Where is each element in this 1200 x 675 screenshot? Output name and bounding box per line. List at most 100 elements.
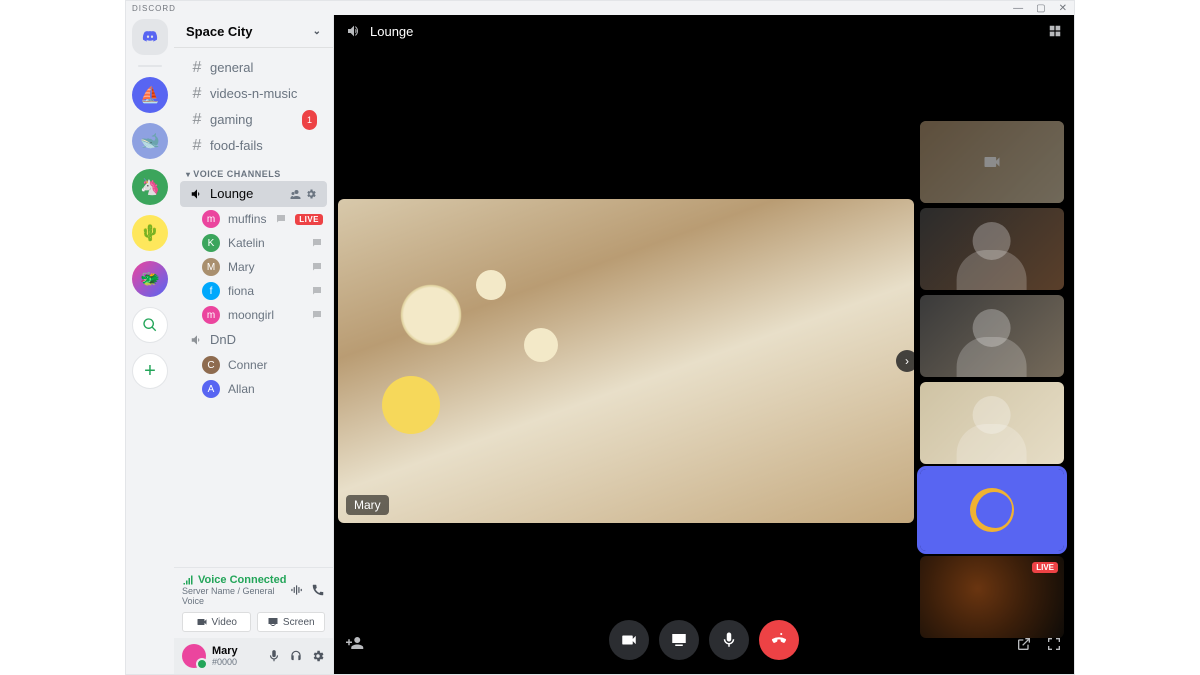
- call-channel-name: Lounge: [370, 24, 413, 39]
- user-tag: #0000: [212, 657, 238, 667]
- toggle-mic-button[interactable]: [709, 620, 749, 660]
- text-channel-food-fails[interactable]: #food-fails: [180, 133, 327, 159]
- user-name: Mary: [212, 645, 238, 657]
- app-name: DISCORD: [132, 4, 176, 13]
- voice-channel-lounge[interactable]: Lounge: [180, 181, 327, 207]
- voice-member-moongirl[interactable]: mmoongirl: [174, 303, 333, 327]
- screen-share-button[interactable]: Screen: [257, 612, 326, 632]
- server-icon-2[interactable]: 🐋: [132, 123, 168, 159]
- screen-icon: [267, 616, 279, 628]
- chat-icon: [311, 261, 323, 273]
- voice-member-fiona[interactable]: ffiona: [174, 279, 333, 303]
- participant-thumb-5[interactable]: [920, 469, 1064, 551]
- explore-servers-button[interactable]: [132, 307, 168, 343]
- chat-icon: [275, 213, 287, 225]
- voice-category-header[interactable]: VOICE CHANNELS: [174, 159, 333, 181]
- avatar: K: [202, 234, 220, 252]
- participant-thumb-1[interactable]: [920, 121, 1064, 203]
- add-server-button[interactable]: +: [132, 353, 168, 389]
- avatar: m: [202, 306, 220, 324]
- main-video: Mary ›: [338, 51, 914, 670]
- voice-member-katelin[interactable]: KKatelin: [174, 231, 333, 255]
- window-maximize-button[interactable]: ▢: [1036, 3, 1046, 14]
- settings-icon[interactable]: [311, 649, 325, 663]
- text-channel-videos-n-music[interactable]: #videos-n-music: [180, 81, 327, 107]
- fullscreen-button[interactable]: [1046, 636, 1062, 652]
- server-name: Space City: [186, 24, 252, 39]
- hash-icon: #: [190, 58, 204, 78]
- video-toggle-button[interactable]: Video: [182, 612, 251, 632]
- avatar: C: [202, 356, 220, 374]
- toggle-camera-button[interactable]: [609, 620, 649, 660]
- mic-icon: [720, 631, 738, 649]
- popout-button[interactable]: [1016, 636, 1032, 652]
- channel-sidebar: Space City ⌄ #general #videos-n-music #g…: [174, 15, 334, 674]
- voice-connection-panel: Voice Connected Server Name / General Vo…: [174, 567, 333, 638]
- deafen-icon[interactable]: [289, 649, 303, 663]
- invite-icon[interactable]: [289, 188, 301, 200]
- leave-call-button[interactable]: [759, 620, 799, 660]
- next-video-button[interactable]: ›: [896, 350, 914, 372]
- server-header[interactable]: Space City ⌄: [174, 15, 333, 47]
- noise-suppression-icon[interactable]: [289, 583, 303, 597]
- search-icon: [142, 317, 158, 333]
- mute-icon[interactable]: [267, 649, 281, 663]
- voice-member-conner[interactable]: CConner: [174, 353, 333, 377]
- app-window: DISCORD — ▢ ✕ ⛵ 🐋 🦄 🌵 🐲 + Space: [125, 0, 1075, 675]
- channel-list: #general #videos-n-music #gaming1 #food-…: [174, 47, 333, 567]
- text-channel-general[interactable]: #general: [180, 55, 327, 81]
- user-avatar[interactable]: [182, 644, 206, 668]
- window-minimize-button[interactable]: —: [1013, 3, 1024, 14]
- participant-thumb-3[interactable]: [920, 295, 1064, 377]
- unread-badge: 1: [302, 110, 317, 130]
- avatar: f: [202, 282, 220, 300]
- chat-icon: [311, 285, 323, 297]
- camera-off-icon: [982, 152, 1002, 172]
- server-rail: ⛵ 🐋 🦄 🌵 🐲 +: [126, 15, 174, 674]
- server-icon-1[interactable]: ⛵: [132, 77, 168, 113]
- hangup-icon: [770, 631, 788, 649]
- text-channel-gaming[interactable]: #gaming1: [180, 107, 327, 133]
- voice-location: Server Name / General Voice: [182, 586, 289, 606]
- speaker-icon: [190, 187, 204, 201]
- voice-status: Voice Connected: [182, 574, 289, 586]
- speaker-icon: [190, 333, 204, 347]
- server-icon-3[interactable]: 🦄: [132, 169, 168, 205]
- chat-icon: [311, 237, 323, 249]
- speaker-name-tag: Mary: [346, 495, 389, 515]
- voice-channel-dnd[interactable]: DnD: [180, 327, 327, 353]
- voice-member-muffins[interactable]: mmuffinsLIVE: [174, 207, 333, 231]
- server-icon-5[interactable]: 🐲: [132, 261, 168, 297]
- disconnect-icon[interactable]: [311, 583, 325, 597]
- screen-icon: [670, 631, 688, 649]
- live-badge: LIVE: [1032, 562, 1058, 573]
- call-header: Lounge: [334, 15, 1074, 47]
- discord-logo-icon: [140, 29, 160, 45]
- home-button[interactable]: [132, 19, 168, 55]
- grid-view-button[interactable]: [1048, 24, 1062, 38]
- call-controls: [334, 620, 1074, 660]
- window-close-button[interactable]: ✕: [1059, 3, 1068, 14]
- server-icon-4[interactable]: 🌵: [132, 215, 168, 251]
- voice-member-allan[interactable]: AAllan: [174, 377, 333, 401]
- chevron-down-icon: ⌄: [313, 26, 321, 37]
- main-video-frame[interactable]: Mary ›: [338, 199, 914, 523]
- avatar-blob: [970, 488, 1014, 532]
- gear-icon[interactable]: [305, 188, 317, 200]
- call-area: Lounge Mary › LIVE: [334, 15, 1074, 674]
- participant-thumb-2[interactable]: [920, 208, 1064, 290]
- hash-icon: #: [190, 84, 204, 104]
- participant-thumb-4[interactable]: [920, 382, 1064, 464]
- avatar: A: [202, 380, 220, 398]
- avatar: M: [202, 258, 220, 276]
- hash-icon: #: [190, 110, 204, 130]
- share-screen-button[interactable]: [659, 620, 699, 660]
- speaker-icon: [346, 23, 362, 39]
- user-panel: Mary #0000: [174, 638, 333, 674]
- participant-thumbnails: LIVE: [920, 51, 1070, 670]
- titlebar: DISCORD — ▢ ✕: [126, 1, 1074, 15]
- hash-icon: #: [190, 136, 204, 156]
- voice-member-mary[interactable]: MMary: [174, 255, 333, 279]
- camera-icon: [196, 616, 208, 628]
- avatar: m: [202, 210, 220, 228]
